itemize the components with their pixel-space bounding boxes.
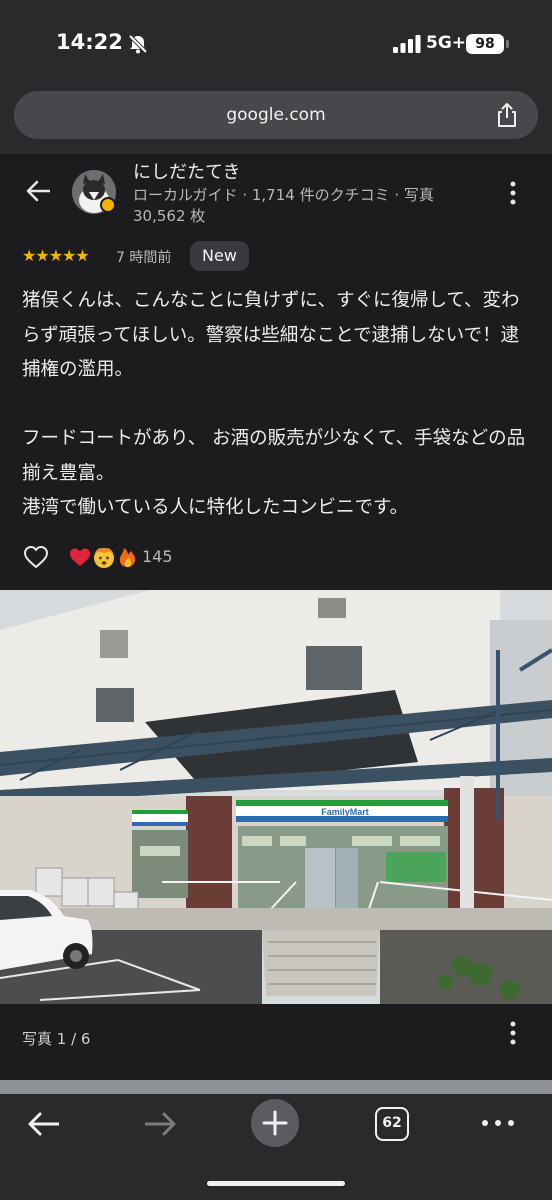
review-photo[interactable]: FamilyMart (0, 590, 552, 1004)
red-heart-emoji-icon (70, 548, 90, 566)
review-time: 7 時間前 (116, 250, 172, 266)
fire-emoji-icon (119, 548, 136, 567)
new-tab-button[interactable] (251, 1099, 299, 1147)
browser-toolbar: google.com (0, 86, 552, 154)
next-photo-peek (0, 1080, 552, 1094)
url-text[interactable]: google.com (14, 91, 538, 139)
bell-slash-icon (128, 34, 148, 54)
familymart-storefront-image: FamilyMart (0, 590, 552, 1004)
reaction-emojis[interactable] (68, 545, 140, 569)
more-vert-icon[interactable] (506, 1020, 520, 1046)
reviewer-name[interactable]: にしだたてき (133, 158, 240, 184)
new-badge: New (190, 241, 249, 271)
network-label: 5G+ (426, 33, 467, 53)
back-arrow-icon[interactable] (26, 1110, 62, 1138)
address-bar[interactable]: google.com (14, 91, 538, 139)
share-icon[interactable] (494, 102, 520, 128)
more-vert-icon[interactable] (506, 180, 520, 206)
forward-arrow-icon[interactable] (142, 1110, 178, 1138)
home-indicator (207, 1181, 345, 1186)
local-guide-badge-icon (100, 197, 116, 213)
status-time: 14:22 (56, 30, 123, 54)
review-paragraph: 猪俣くんは、こんなことに負けずに、すぐに復帰して、変わらず頑張ってほしい。警察は… (22, 290, 520, 380)
heart-icon[interactable] (22, 543, 50, 571)
battery-indicator: 98 (466, 34, 504, 54)
back-arrow-icon[interactable] (24, 176, 54, 206)
tabs-icon[interactable]: 62 (375, 1107, 409, 1141)
paragraph-spacer (22, 388, 532, 423)
signal-icon (393, 35, 421, 53)
store-sign-text: FamilyMart (321, 807, 369, 817)
review-body: 猪俣くんは、こんなことに負けずに、すぐに復帰して、変わらず頑張ってほしい。警察は… (22, 284, 532, 526)
exploding-head-emoji-icon (94, 548, 114, 568)
plus-icon (262, 1110, 288, 1136)
reaction-count: 145 (142, 547, 173, 566)
review-paragraph: フードコートがあり、 お酒の販売が少なくて、手袋などの品揃え豊富。 港湾で働いて… (22, 428, 526, 518)
reviewer-meta: ローカルガイド · 1,714 件のクチコミ · 写真 30,562 枚 (133, 186, 434, 225)
battery-tip (506, 40, 509, 48)
photo-counter: 写真 1 / 6 (22, 1030, 91, 1048)
star-rating: ★★★★★ (22, 246, 90, 265)
more-horiz-icon[interactable] (480, 1116, 516, 1130)
